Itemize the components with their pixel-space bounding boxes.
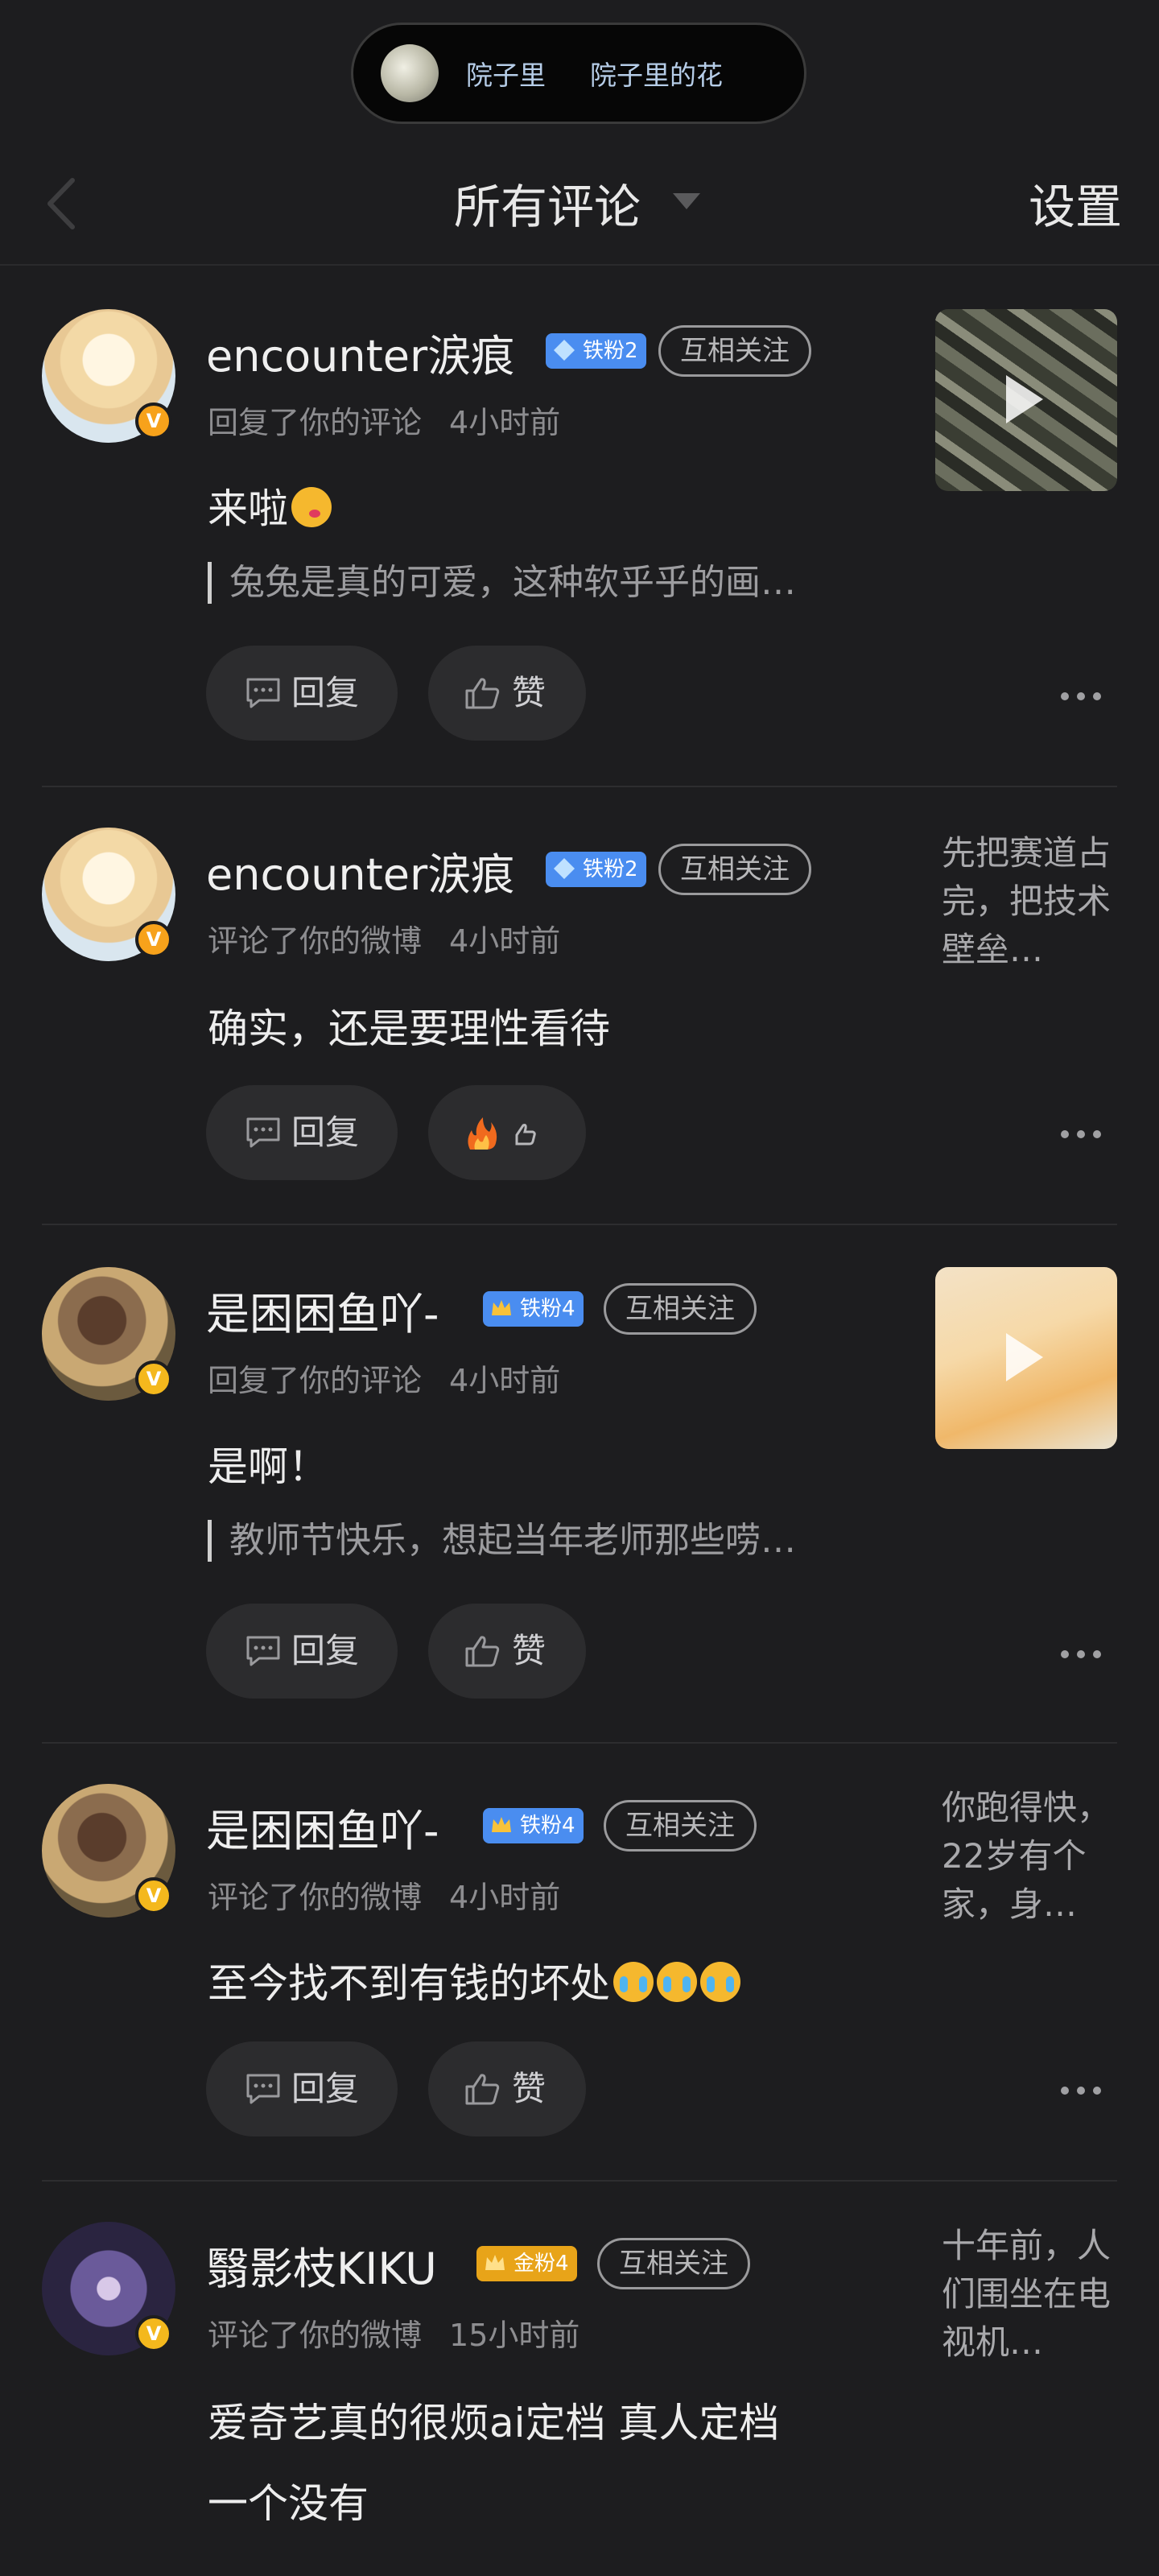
original-post-excerpt[interactable]: 先把赛道占完，把技术壁垒…: [942, 829, 1132, 974]
play-icon: [1006, 375, 1043, 423]
reply-button[interactable]: 回复: [206, 2041, 398, 2136]
quoted-comment[interactable]: 教师节快乐，想起当年老师那些唠…: [208, 1520, 796, 1562]
comment-text: 是啊！: [208, 1443, 328, 1490]
divider: [42, 2180, 1117, 2182]
divider: [42, 786, 1117, 787]
comment-meta: 评论了你的微博 4小时前: [208, 1872, 560, 1917]
fan-badge: 铁粉2: [546, 333, 646, 369]
like-button[interactable]: 赞: [428, 646, 586, 741]
timestamp: 15小时前: [449, 2318, 580, 2353]
comment-meta: 评论了你的微博 4小时前: [208, 916, 560, 960]
action-text: 回复了你的评论: [208, 405, 423, 440]
quoted-comment[interactable]: 兔兔是真的可爱，这种软乎乎的画…: [208, 562, 796, 604]
page-title[interactable]: 所有评论: [454, 169, 641, 237]
username[interactable]: encounter涙痕: [206, 839, 514, 902]
comment-text: 来啦: [208, 477, 332, 535]
crown-icon: [492, 1300, 511, 1315]
mutual-follow-badge[interactable]: 互相关注: [658, 844, 811, 895]
verified-badge-icon: V: [135, 402, 172, 440]
more-options-icon[interactable]: [1061, 692, 1101, 702]
reply-button[interactable]: 回复: [206, 1604, 398, 1699]
fire-thumbs-up-icon: [468, 1117, 536, 1150]
settings-button[interactable]: 设置: [1029, 169, 1122, 237]
comment-text: 至今找不到有钱的坏处: [208, 1951, 740, 2009]
kiss-emoji-icon: [291, 487, 332, 527]
crown-icon: [492, 1817, 511, 1832]
comment-meta: 回复了你的评论 4小时前: [208, 1356, 560, 1400]
action-text: 评论了你的微博: [208, 923, 423, 959]
fan-badge: 铁粉4: [483, 1291, 584, 1327]
thumbs-up-icon: [465, 678, 500, 709]
crying-emoji-icon: [657, 1962, 697, 2002]
play-icon: [1006, 1333, 1043, 1381]
comment-meta: 评论了你的微博 15小时前: [208, 2310, 580, 2355]
crown-icon: [485, 2255, 505, 2270]
timestamp: 4小时前: [449, 923, 561, 959]
diamond-icon: [554, 340, 575, 361]
username[interactable]: encounter涙痕: [206, 320, 514, 384]
original-post-excerpt[interactable]: 你跑得快，22岁有个家，身…: [942, 1784, 1132, 1929]
thumbs-up-icon: [465, 1636, 500, 1667]
pill-text-1: 院子里: [466, 60, 546, 91]
timestamp: 4小时前: [449, 1880, 561, 1915]
comment-icon: [246, 2074, 280, 2104]
like-button[interactable]: 赞: [428, 2041, 586, 2136]
verified-badge-icon: V: [135, 921, 172, 958]
mutual-follow-badge[interactable]: 互相关注: [604, 1283, 757, 1335]
reply-button[interactable]: 回复: [206, 646, 398, 741]
crying-emoji-icon: [613, 1962, 654, 2002]
mutual-follow-badge[interactable]: 互相关注: [604, 1800, 757, 1852]
more-options-icon[interactable]: [1061, 1650, 1101, 1660]
action-text: 回复了你的评论: [208, 1363, 423, 1398]
divider: [42, 1742, 1117, 1744]
verified-badge-icon: V: [135, 1877, 172, 1914]
fan-badge: 铁粉2: [546, 852, 646, 887]
comment-meta: 回复了你的评论 4小时前: [208, 398, 560, 442]
username[interactable]: 翳影枝KIKU: [206, 2233, 437, 2297]
comment-icon: [246, 1636, 280, 1666]
header-bar: 所有评论 设置: [0, 143, 1159, 266]
diamond-icon: [554, 858, 575, 879]
divider: [42, 1224, 1117, 1225]
mutual-follow-badge[interactable]: 互相关注: [597, 2238, 750, 2289]
timestamp: 4小时前: [449, 1363, 561, 1398]
reply-button[interactable]: 回复: [206, 1085, 398, 1180]
fan-badge: 金粉4: [476, 2246, 577, 2281]
mutual-follow-badge[interactable]: 互相关注: [658, 325, 811, 377]
like-button[interactable]: [428, 1085, 586, 1180]
video-thumbnail[interactable]: [935, 1267, 1117, 1449]
pill-avatar: [381, 44, 439, 102]
more-options-icon[interactable]: [1061, 1130, 1101, 1140]
comment-icon: [246, 1117, 280, 1148]
timestamp: 4小时前: [449, 405, 561, 440]
comment-text: 爱奇艺真的很烦ai定档 真人定档: [208, 2400, 780, 2446]
video-thumbnail[interactable]: [935, 309, 1117, 491]
verified-badge-icon: V: [135, 1360, 172, 1397]
like-button[interactable]: 赞: [428, 1604, 586, 1699]
fan-badge: 铁粉4: [483, 1808, 584, 1843]
verified-badge-icon: V: [135, 2315, 172, 2352]
username[interactable]: 是困困鱼吖-: [206, 1795, 439, 1859]
chevron-down-icon[interactable]: [673, 193, 700, 209]
back-icon[interactable]: [40, 175, 89, 232]
top-notification-pill[interactable]: 院子里 院子里的花: [351, 23, 806, 124]
more-options-icon[interactable]: [1061, 2087, 1101, 2096]
comment-text-line-2: 一个没有: [208, 2480, 369, 2527]
action-text: 评论了你的微博: [208, 2318, 423, 2353]
comment-icon: [246, 678, 280, 708]
thumbs-up-icon: [465, 2074, 500, 2105]
username[interactable]: 是困困鱼吖-: [206, 1278, 439, 1342]
action-text: 评论了你的微博: [208, 1880, 423, 1915]
comment-text: 确实，还是要理性看待: [208, 1005, 610, 1052]
original-post-excerpt[interactable]: 十年前，人们围坐在电视机…: [942, 2222, 1132, 2367]
pill-text-2: 院子里的花: [590, 60, 723, 91]
crying-emoji-icon: [700, 1962, 740, 2002]
